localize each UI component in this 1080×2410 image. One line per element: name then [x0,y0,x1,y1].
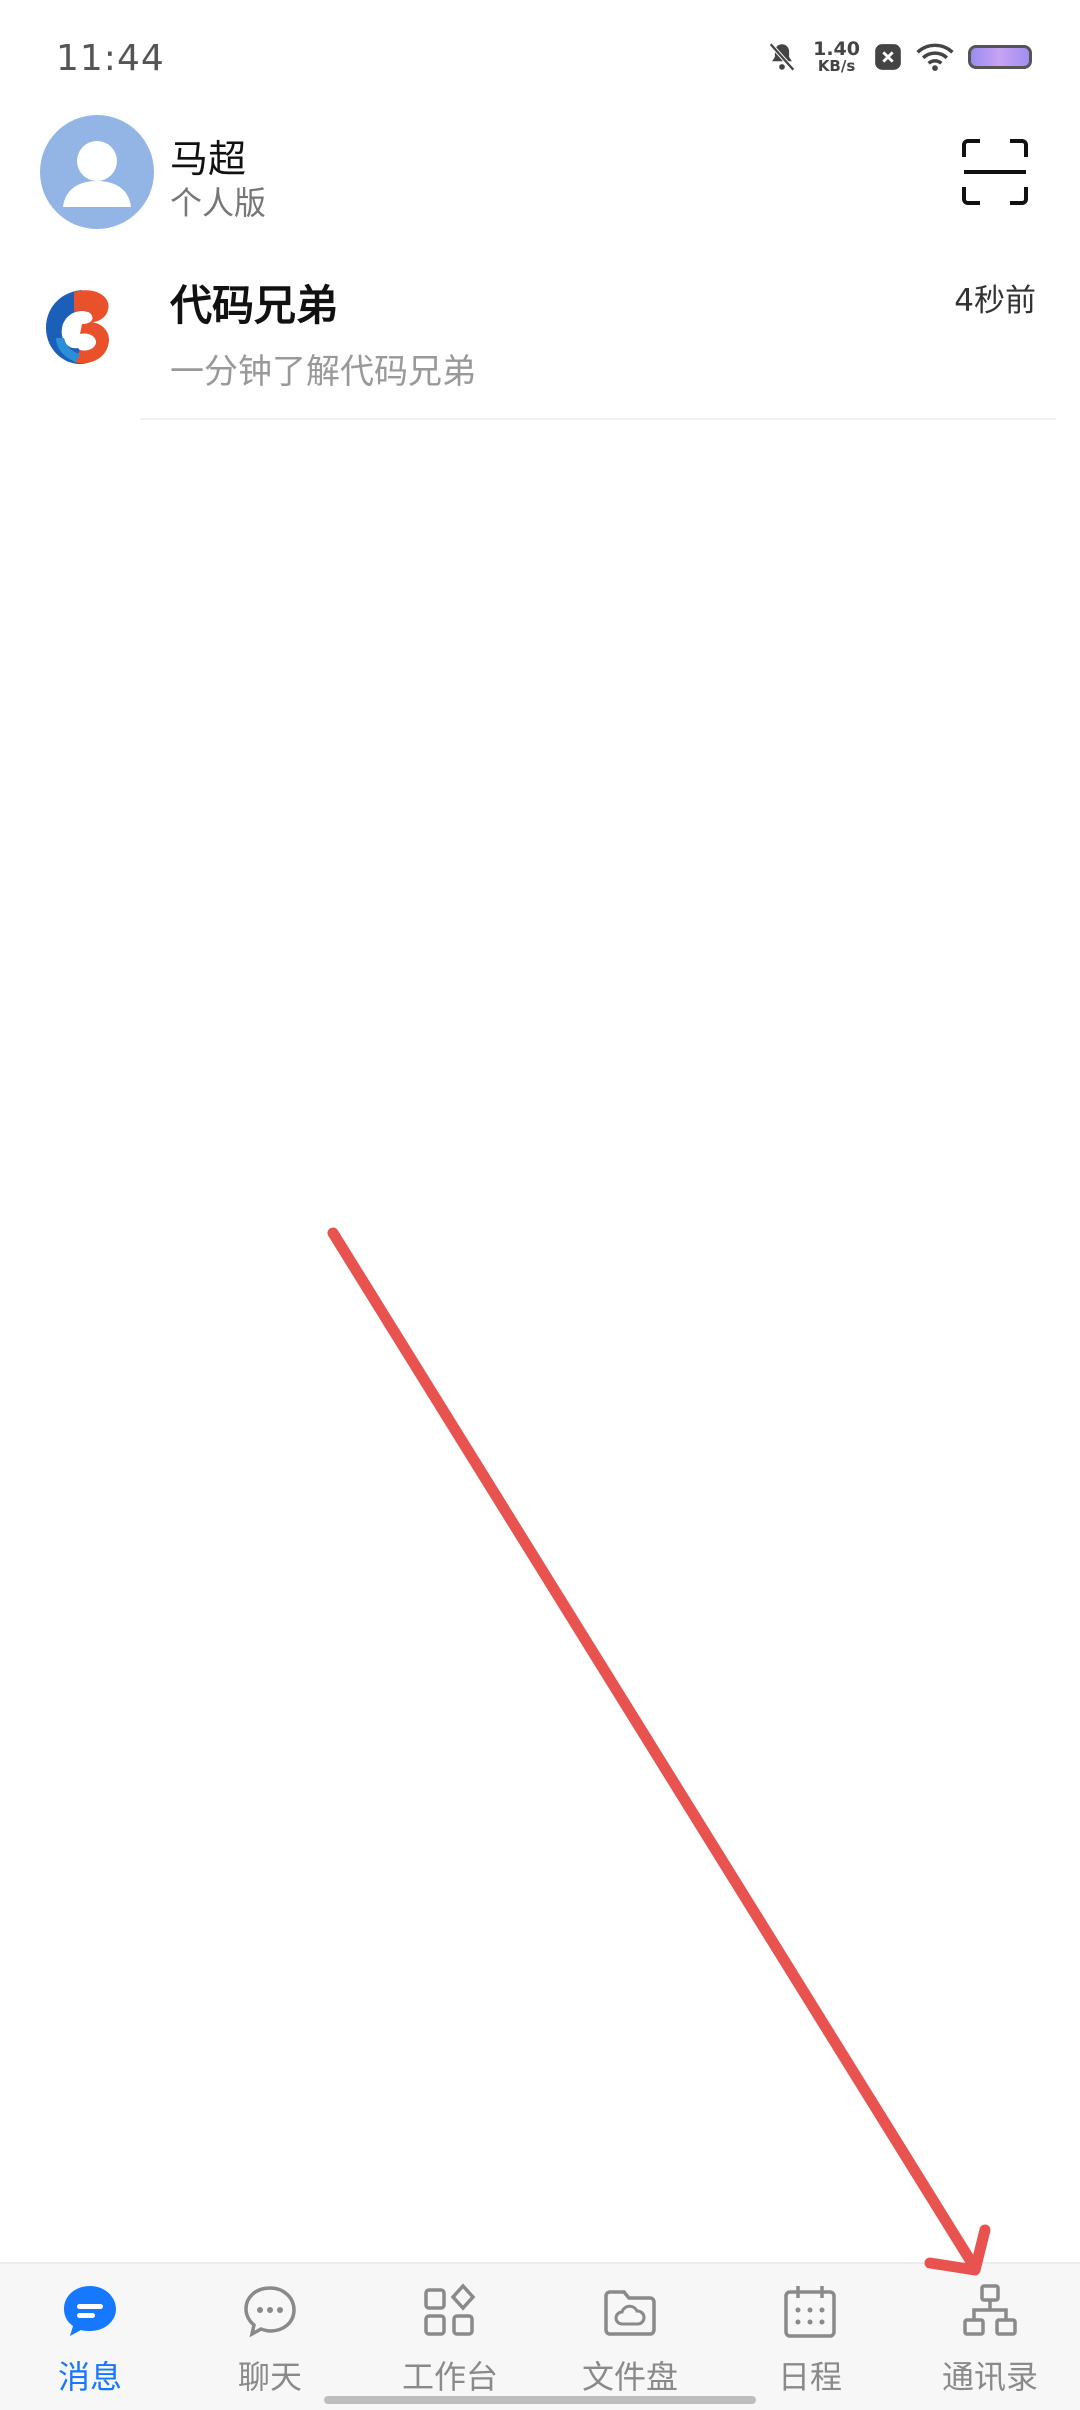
chat-icon [244,2286,296,2338]
chat-logo [34,278,134,378]
net-speed: 1.40 KB/s [813,40,860,74]
nav-label-messages: 消息 [57,2358,122,2396]
user-silhouette-icon [63,141,131,207]
code-brothers-logo-icon [46,290,110,364]
nav-label-workbench: 工作台 [401,2358,498,2396]
nav-item-cloud-disk[interactable]: 文件盘 [540,2264,720,2410]
battery-icon [968,45,1032,69]
nav-item-messages[interactable]: 消息 [0,2264,180,2410]
nav-label-calendar: 日程 [777,2358,842,2396]
avatar[interactable] [40,115,154,229]
chat-divider [140,418,1056,420]
nav-item-chat[interactable]: 聊天 [180,2264,360,2410]
user-plan: 个人版 [170,184,267,222]
status-time: 11:44 [56,38,165,79]
scan-button[interactable] [960,137,1030,207]
chat-time: 4秒前 [954,283,1036,319]
nav-item-workbench[interactable]: 工作台 [360,2264,540,2410]
nav-label-contacts: 通讯录 [941,2358,1038,2396]
net-speed-unit: KB/s [817,57,856,75]
bottom-nav: 消息 聊天 工作台 文件盘 日程 通讯录 [0,2262,1080,2410]
contacts-icon [963,2284,1017,2336]
chat-preview: 一分钟了解代码兄弟 [170,352,476,392]
calendar-icon [784,2286,836,2338]
cloud-disk-icon [604,2290,656,2336]
wifi-icon [916,43,954,71]
mute-bell-icon [769,42,796,72]
nav-label-cloud-disk: 文件盘 [581,2358,678,2396]
nav-item-contacts[interactable]: 通讯录 [900,2264,1080,2410]
nav-label-chat: 聊天 [237,2358,302,2396]
scan-icon [962,139,1028,205]
close-square-icon [875,44,901,70]
message-icon [64,2286,116,2336]
status-icons: 1.40 KB/s [765,40,1032,74]
workbench-icon [424,2283,476,2336]
chat-title: 代码兄弟 [170,281,339,330]
home-indicator [324,2396,756,2404]
annotation-arrow [327,1227,991,2276]
nav-item-calendar[interactable]: 日程 [720,2264,900,2410]
user-name[interactable]: 马超 [170,128,246,183]
